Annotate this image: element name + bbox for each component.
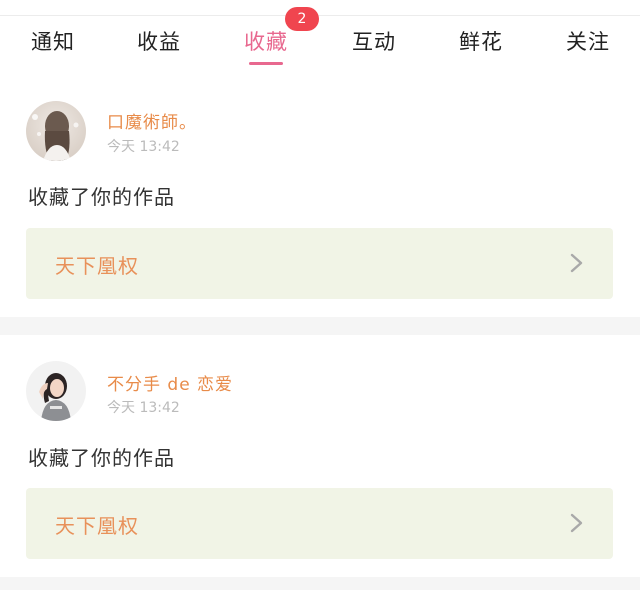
timestamp: 今天 13:42	[107, 139, 180, 155]
notification-card: 口魔術師。 今天 13:42 收藏了你的作品 天下凰权	[0, 84, 640, 317]
notification-action: 收藏了你的作品	[28, 446, 175, 470]
user-avatar-icon[interactable]	[26, 101, 86, 161]
tab-label: 收益	[137, 30, 181, 54]
active-tab-indicator	[249, 62, 283, 65]
tab-bar: 通知 收益 收藏 2 互动 鲜花 关注	[0, 7, 640, 84]
notifications-page: 通知 收益 收藏 2 互动 鲜花 关注 口魔術師。 今天 13:42 收藏了你的…	[0, 0, 640, 590]
chevron-right-icon	[570, 253, 583, 273]
user-name[interactable]: 口魔術師。	[107, 108, 197, 133]
tab-earnings[interactable]: 收益	[109, 16, 209, 84]
tab-label: 关注	[566, 30, 610, 54]
notification-card: 不分手 de 恋爱 今天 13:42 收藏了你的作品 天下凰权	[0, 335, 640, 577]
user-avatar-icon[interactable]	[26, 361, 86, 421]
tab-interactions[interactable]: 互动	[324, 16, 424, 84]
user-name[interactable]: 不分手 de 恋爱	[107, 370, 233, 395]
work-link[interactable]: 天下凰权	[26, 488, 613, 559]
tab-flowers[interactable]: 鲜花	[431, 16, 531, 84]
tab-notices[interactable]: 通知	[3, 16, 103, 84]
tab-label: 鲜花	[459, 30, 503, 54]
tab-label: 互动	[352, 30, 396, 54]
tab-label: 收藏	[244, 30, 288, 54]
timestamp: 今天 13:42	[107, 400, 180, 416]
unread-count-badge: 2	[285, 7, 319, 31]
tab-favorites[interactable]: 收藏 2	[216, 7, 319, 84]
work-title: 天下凰权	[55, 514, 139, 538]
tab-label: 通知	[31, 30, 75, 54]
work-title: 天下凰权	[55, 254, 139, 278]
work-link[interactable]: 天下凰权	[26, 228, 613, 299]
tab-following[interactable]: 关注	[538, 16, 638, 84]
top-divider	[0, 0, 640, 16]
notification-action: 收藏了你的作品	[28, 185, 175, 209]
chevron-right-icon	[570, 513, 583, 533]
